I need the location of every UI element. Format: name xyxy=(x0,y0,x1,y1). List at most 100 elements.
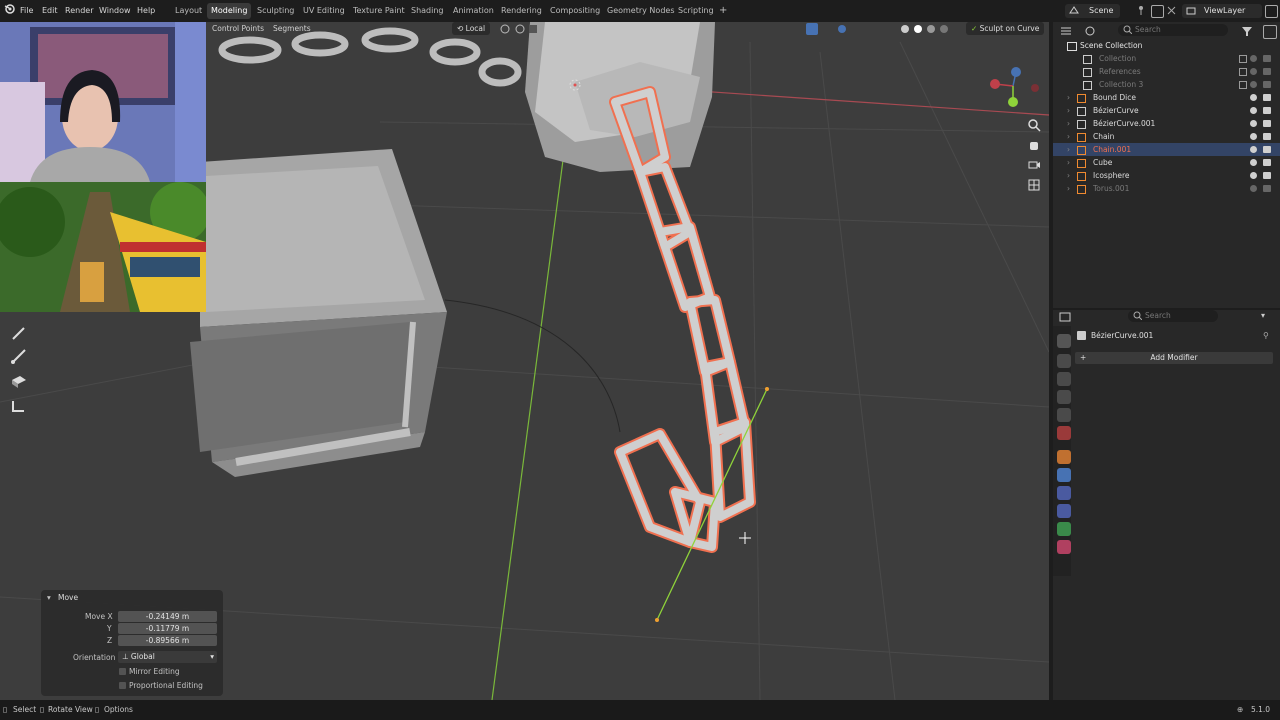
transform-orientation-dropdown[interactable]: ⟲ Local xyxy=(452,22,491,35)
radius-tool-icon[interactable] xyxy=(8,396,30,416)
scene-tab-icon[interactable] xyxy=(1057,408,1071,422)
filter-icon[interactable] xyxy=(1241,25,1253,37)
physics-tab-icon[interactable] xyxy=(1057,486,1071,500)
visibility-eye-icon[interactable] xyxy=(1250,81,1257,88)
outliner-row[interactable]: Collection xyxy=(1053,52,1280,65)
render-tab-icon[interactable] xyxy=(1057,354,1071,368)
extrude-tool-icon[interactable] xyxy=(8,372,30,392)
visibility-eye-icon[interactable] xyxy=(1250,185,1257,192)
outliner-row[interactable]: › Torus.001 xyxy=(1053,182,1280,195)
visibility-eye-icon[interactable] xyxy=(1250,120,1257,127)
tab-animation[interactable]: Animation xyxy=(449,3,498,19)
render-camera-icon[interactable] xyxy=(1263,185,1271,192)
tab-modeling[interactable]: Modeling xyxy=(207,3,252,19)
snapping-icons[interactable] xyxy=(500,23,540,35)
camera-view-icon[interactable] xyxy=(1027,158,1041,172)
mirror-editing-checkbox[interactable] xyxy=(119,668,126,675)
sculpt-on-curve-button[interactable]: ✓ Sculpt on Curve xyxy=(966,22,1045,35)
data-tab-icon[interactable] xyxy=(1057,522,1071,536)
material-tab-icon[interactable] xyxy=(1057,540,1071,554)
pan-hand-icon[interactable] xyxy=(1027,138,1041,152)
viewport-overlay-icons[interactable] xyxy=(780,23,960,35)
outliner-search[interactable]: Search xyxy=(1118,24,1228,36)
render-camera-icon[interactable] xyxy=(1263,146,1271,153)
expand-arrow-icon[interactable]: › xyxy=(1067,169,1070,182)
tab-sculpting[interactable]: Sculpting xyxy=(253,3,298,19)
move-z-field[interactable]: -0.89566 m xyxy=(118,635,217,646)
tab-geometry-nodes[interactable]: Geometry Nodes xyxy=(603,3,678,19)
tab-layout[interactable]: Layout xyxy=(171,3,206,19)
outliner-row[interactable]: › Icosphere xyxy=(1053,169,1280,182)
outliner-row-scene-collection[interactable]: Scene Collection xyxy=(1053,39,1280,52)
zoom-icon[interactable] xyxy=(1027,118,1041,132)
draw-tool-icon[interactable] xyxy=(8,324,30,344)
menu-edit[interactable]: Edit xyxy=(42,3,58,19)
visibility-eye-icon[interactable] xyxy=(1250,159,1257,166)
outliner-row[interactable]: › BézierCurve.001 xyxy=(1053,117,1280,130)
menu-segments[interactable]: Segments xyxy=(273,22,311,36)
visibility-eye-icon[interactable] xyxy=(1250,68,1257,75)
tool-tab-icon[interactable] xyxy=(1057,334,1071,348)
exclude-checkbox[interactable] xyxy=(1239,68,1247,76)
menu-help[interactable]: Help xyxy=(137,3,155,19)
orientation-dropdown[interactable]: ⊥ Global ▾ xyxy=(118,651,217,663)
menu-window[interactable]: Window xyxy=(99,3,131,19)
expand-arrow-icon[interactable]: › xyxy=(1067,156,1070,169)
pen-tool-icon[interactable] xyxy=(8,346,30,366)
properties-search[interactable]: Search xyxy=(1128,310,1218,322)
exclude-checkbox[interactable] xyxy=(1239,81,1247,89)
outliner-row[interactable]: › Cube xyxy=(1053,156,1280,169)
world-tab-icon[interactable] xyxy=(1057,426,1071,440)
move-x-field[interactable]: -0.24149 m xyxy=(118,611,217,622)
blender-logo-icon[interactable] xyxy=(4,3,15,19)
view-layer-tab-icon[interactable] xyxy=(1057,390,1071,404)
outliner-row[interactable]: References xyxy=(1053,65,1280,78)
outliner-row[interactable]: › BézierCurve xyxy=(1053,104,1280,117)
properties-editor-type-icon[interactable] xyxy=(1059,312,1075,322)
options-chevron-icon[interactable]: ▾ xyxy=(1261,311,1265,320)
render-camera-icon[interactable] xyxy=(1263,107,1271,114)
scene-selector[interactable]: Scene xyxy=(1065,4,1120,18)
add-modifier-button[interactable]: + Add Modifier xyxy=(1075,352,1273,364)
render-camera-icon[interactable] xyxy=(1263,94,1271,101)
pin-icon[interactable]: ⚲ xyxy=(1263,331,1269,340)
tab-shading[interactable]: Shading xyxy=(407,3,448,19)
new-view-layer-icon[interactable] xyxy=(1265,5,1278,18)
outliner-row[interactable]: Collection 3 xyxy=(1053,78,1280,91)
expand-arrow-icon[interactable]: › xyxy=(1067,104,1070,117)
render-camera-icon[interactable] xyxy=(1263,159,1271,166)
outliner-row[interactable]: › Chain.001 xyxy=(1053,143,1280,156)
expand-arrow-icon[interactable]: › xyxy=(1067,182,1070,195)
visibility-eye-icon[interactable] xyxy=(1250,172,1257,179)
visibility-eye-icon[interactable] xyxy=(1250,133,1257,140)
render-camera-icon[interactable] xyxy=(1263,68,1271,75)
view-layer-selector[interactable]: ViewLayer xyxy=(1182,4,1262,18)
output-tab-icon[interactable] xyxy=(1057,372,1071,386)
object-tab-icon[interactable] xyxy=(1057,450,1071,464)
add-workspace-button[interactable]: + xyxy=(715,3,731,19)
expand-arrow-icon[interactable]: › xyxy=(1067,117,1070,130)
tab-uv-editing[interactable]: UV Editing xyxy=(299,3,349,19)
expand-arrow-icon[interactable]: › xyxy=(1067,130,1070,143)
render-camera-icon[interactable] xyxy=(1263,55,1271,62)
tab-rendering[interactable]: Rendering xyxy=(497,3,546,19)
visibility-eye-icon[interactable] xyxy=(1250,55,1257,62)
tab-compositing[interactable]: Compositing xyxy=(546,3,604,19)
collapse-chevron-icon[interactable]: ▾ xyxy=(47,593,51,602)
proportional-editing-checkbox[interactable] xyxy=(119,682,126,689)
tab-scripting[interactable]: Scripting xyxy=(674,3,718,19)
visibility-eye-icon[interactable] xyxy=(1250,146,1257,153)
menu-control-points[interactable]: Control Points xyxy=(212,22,264,36)
menu-render[interactable]: Render xyxy=(65,3,93,19)
move-y-field[interactable]: -0.11779 m xyxy=(118,623,217,634)
render-camera-icon[interactable] xyxy=(1263,81,1271,88)
new-scene-icon[interactable] xyxy=(1151,5,1164,18)
exclude-checkbox[interactable] xyxy=(1239,55,1247,63)
render-camera-icon[interactable] xyxy=(1263,172,1271,179)
expand-arrow-icon[interactable]: › xyxy=(1067,143,1070,156)
display-mode-icon[interactable] xyxy=(1083,25,1097,37)
new-collection-icon[interactable] xyxy=(1263,25,1277,39)
constraints-tab-icon[interactable] xyxy=(1057,504,1071,518)
outliner-row[interactable]: › Bound Dice xyxy=(1053,91,1280,104)
render-camera-icon[interactable] xyxy=(1263,120,1271,127)
